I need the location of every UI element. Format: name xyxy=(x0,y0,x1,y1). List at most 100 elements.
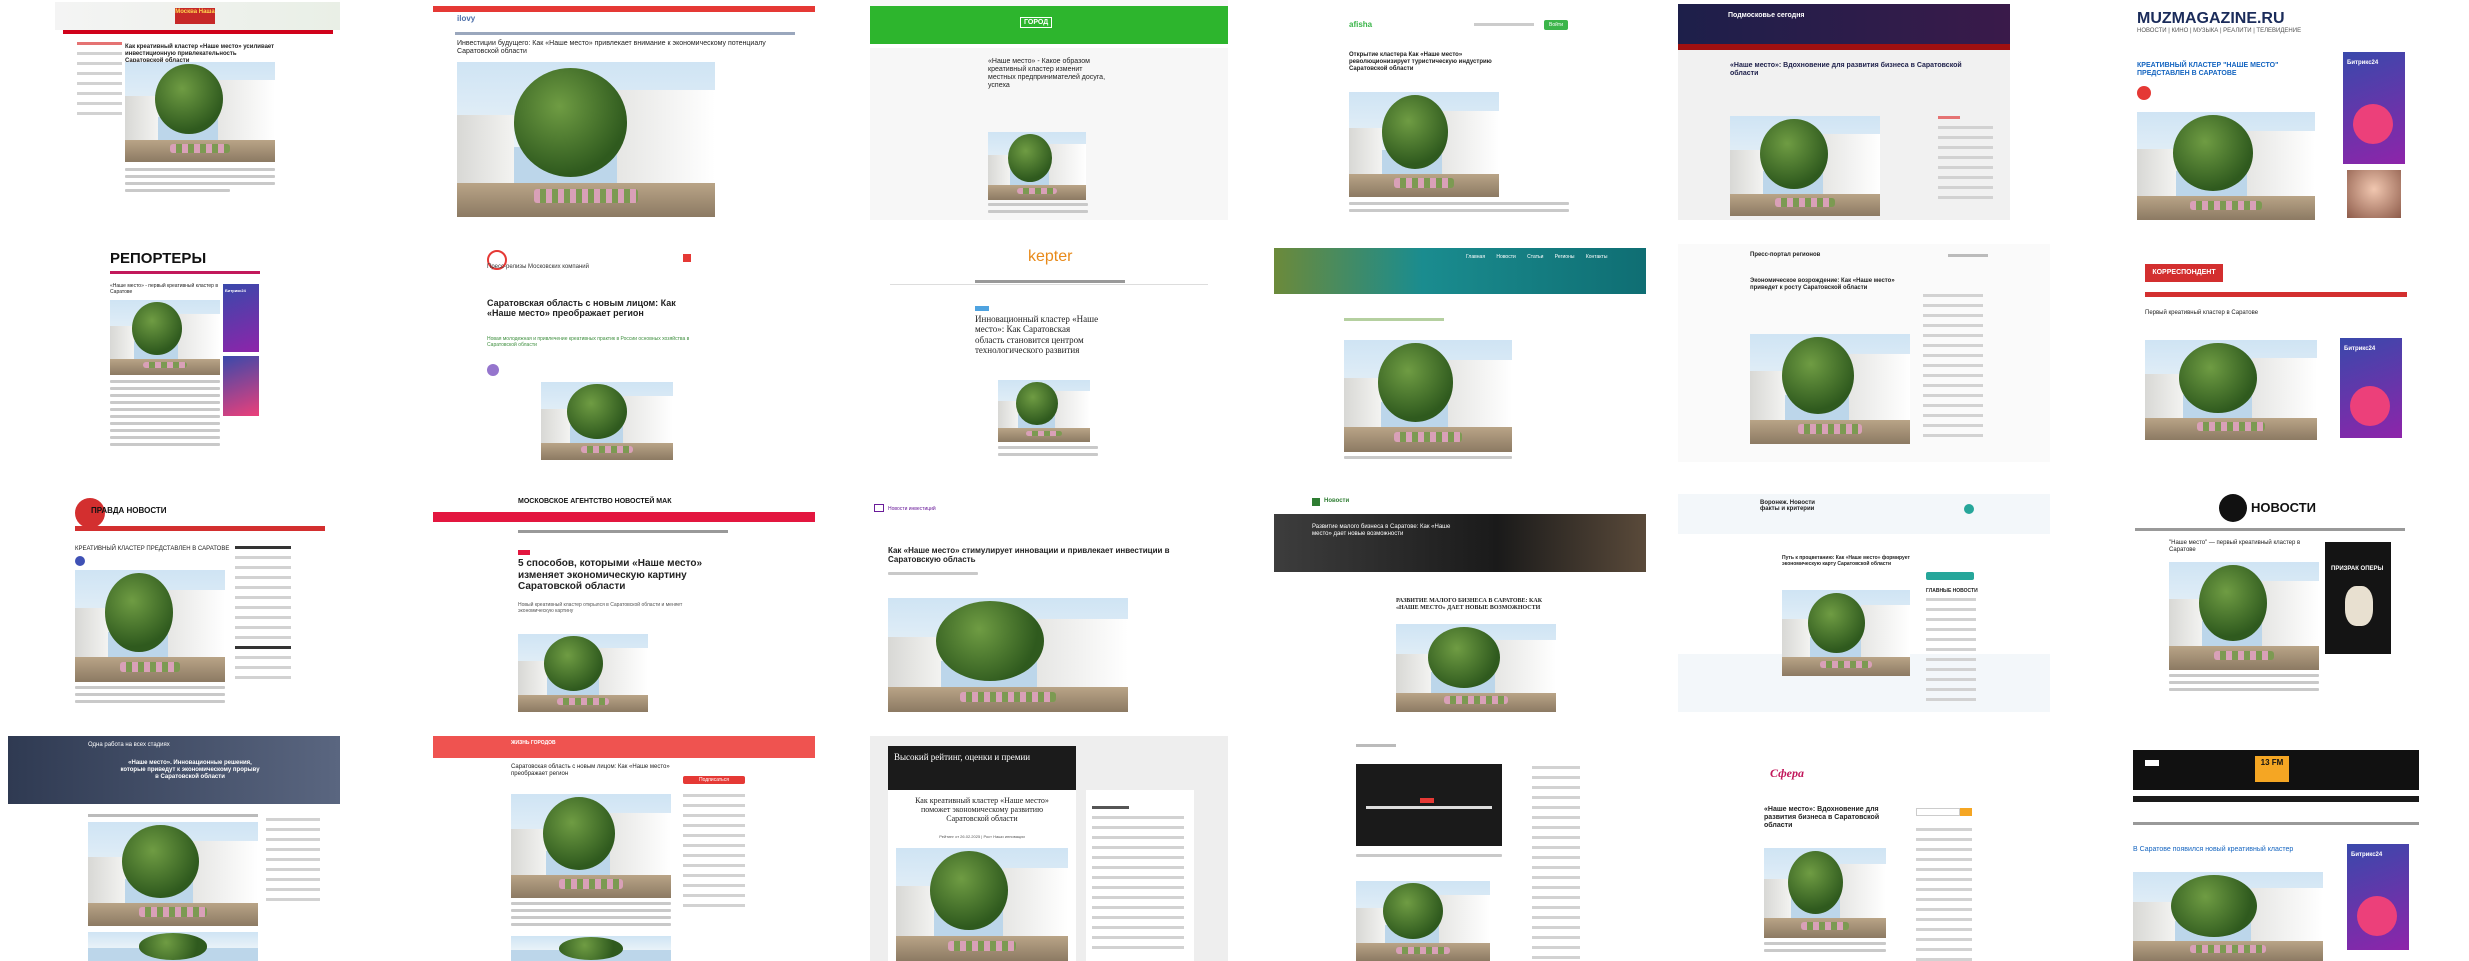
related-photo xyxy=(88,932,258,961)
site-logo-icon[interactable] xyxy=(1312,498,1320,506)
header-link[interactable] xyxy=(1948,254,1988,257)
tile-4: afisha Войти Открытие кластера Как «Наше… xyxy=(1274,0,1646,220)
site-logo[interactable]: ГОРОД xyxy=(1020,17,1053,28)
nav-item-3[interactable]: Статьи xyxy=(1527,254,1543,260)
left-menu[interactable] xyxy=(77,42,122,122)
site-logo[interactable]: ilovy xyxy=(457,14,475,23)
breadcrumb[interactable]: Новости инвестиций xyxy=(888,506,936,512)
login-button[interactable]: Войти xyxy=(1544,20,1568,30)
site-logo[interactable]: Новости xyxy=(1324,498,1349,504)
nav-bar[interactable] xyxy=(2135,528,2405,531)
right-sidebar[interactable] xyxy=(266,818,320,908)
ad-photo xyxy=(2347,170,2401,218)
nav-item-5[interactable]: Контакты xyxy=(1586,254,1608,260)
nav-item-2[interactable]: Новости xyxy=(1496,254,1515,260)
sub-nav[interactable] xyxy=(518,530,728,533)
header-social-icons[interactable] xyxy=(2145,760,2159,766)
header-link[interactable] xyxy=(1474,23,1534,26)
site-logo[interactable]: РЕПОРТЕРЫ xyxy=(110,250,206,267)
nav-item-1[interactable]: Главная xyxy=(1466,254,1485,260)
right-sidebar[interactable] xyxy=(1916,828,1972,961)
ticker-bar xyxy=(2133,796,2419,802)
section-nav[interactable]: НОВОСТИ | КИНО | МУЗЫКА | РЕАЛИТИ | ТЕЛЕ… xyxy=(2137,28,2301,34)
article-subtitle: Новый креативный кластер открылся в Сара… xyxy=(518,602,683,614)
nav-bar[interactable] xyxy=(63,30,333,34)
main-nav[interactable]: Главная Новости Статьи Регионы Контакты xyxy=(1466,254,1646,260)
site-logo[interactable]: МОСКОВСКОЕ АГЕНТСТВО НОВОСТЕЙ МАК xyxy=(518,498,671,505)
ad-banner[interactable]: Битрикс24 xyxy=(2343,52,2405,164)
site-logo[interactable]: 13 FM xyxy=(2255,756,2289,782)
breadcrumb[interactable] xyxy=(1344,318,1444,321)
menu-icon[interactable] xyxy=(874,504,884,512)
article-text xyxy=(998,446,1098,460)
nav-bar[interactable] xyxy=(455,32,795,35)
nav-bar[interactable] xyxy=(870,44,1228,48)
search-input[interactable] xyxy=(1916,808,1960,816)
menu-icon[interactable] xyxy=(683,254,691,262)
article-title: Первый креативный кластер в Саратове xyxy=(2145,310,2259,316)
site-logo[interactable]: kepter xyxy=(1028,248,1072,266)
tile-18: НОВОСТИ "Наше место" — первый креативный… xyxy=(2085,490,2469,708)
site-logo[interactable]: Москва Наша xyxy=(175,8,215,24)
tile-13: ПРАВДА НОВОСТИ КРЕАТИВНЫЙ КЛАСТЕР ПРЕДСТ… xyxy=(55,490,340,712)
nav-bar[interactable] xyxy=(433,512,815,522)
nav-bar[interactable] xyxy=(1678,44,2010,50)
tile-21: Высокий рейтинг, оценки и премии Как кре… xyxy=(870,736,1228,961)
nav-bar[interactable] xyxy=(110,271,260,274)
ad-banner[interactable]: Битрикс24 xyxy=(223,284,259,352)
banner-text: Одна работа на всех стадиях xyxy=(88,742,170,748)
sidebar-heading: ГЛАВНЫЕ НОВОСТИ xyxy=(1926,588,1978,594)
article-title: Экономическое возрождение: Как «Наше мес… xyxy=(1750,278,1895,291)
article-text xyxy=(1349,202,1569,216)
right-sidebar[interactable] xyxy=(1938,116,1993,206)
hero-title: Развитие малого бизнеса в Саратове: Как … xyxy=(1312,524,1451,537)
article-photo xyxy=(896,848,1068,961)
tile-2: ilovy Инвестиции будущего: Как «Наше мес… xyxy=(433,0,815,220)
right-sidebar[interactable] xyxy=(1923,294,1983,444)
site-logo[interactable]: ЖИЗНЬ ГОРОДОВ xyxy=(511,740,571,746)
site-logo[interactable]: КОРРЕСПОНДЕНТ xyxy=(2145,264,2223,282)
category-badge[interactable] xyxy=(518,550,530,555)
article-meta xyxy=(888,572,978,579)
category-badge[interactable] xyxy=(1420,798,1434,803)
nav-item-4[interactable]: Регионы xyxy=(1555,254,1575,260)
right-sidebar[interactable] xyxy=(1926,598,1976,708)
ad-banner-2[interactable] xyxy=(223,356,259,416)
nav-bar[interactable] xyxy=(2133,822,2419,825)
ad-text: ПРИЗРАК ОПЕРЫ xyxy=(2331,566,2384,572)
article-date: Рейтинг от 26.02.2025 | Рост Наши иннова… xyxy=(939,834,1025,839)
site-logo[interactable]: Пресс-портал регионов xyxy=(1750,252,1820,258)
category-badge[interactable] xyxy=(975,306,989,311)
nav-bar[interactable] xyxy=(2145,292,2407,297)
subscribe-button[interactable] xyxy=(1926,572,1974,580)
search-icon[interactable] xyxy=(1964,504,1974,514)
article-photo xyxy=(2169,562,2319,670)
search-button[interactable] xyxy=(1960,808,1972,816)
nav-bar[interactable] xyxy=(975,280,1125,283)
ad-text: Битрикс24 xyxy=(2347,60,2379,66)
site-logo[interactable]: afisha xyxy=(1349,20,1372,29)
site-logo-icon[interactable] xyxy=(2219,494,2247,522)
right-sidebar[interactable] xyxy=(1092,806,1184,956)
article-photo xyxy=(988,132,1086,200)
site-logo[interactable]: Сфера xyxy=(1770,766,1804,781)
ad-banner[interactable]: ПРИЗРАК ОПЕРЫ xyxy=(2325,542,2391,654)
article-title: Инвестиции будущего: Как «Наше место» пр… xyxy=(457,40,766,56)
right-sidebar[interactable] xyxy=(683,794,745,914)
tile-5: Подмосковье сегодня «Наше место»: Вдохно… xyxy=(1678,4,2010,220)
site-logo[interactable]: Подмосковье сегодня xyxy=(1728,12,1805,19)
header-band xyxy=(1678,4,2010,44)
header-link[interactable] xyxy=(1356,744,1396,747)
right-sidebar[interactable] xyxy=(1532,766,1580,961)
site-logo[interactable]: НОВОСТИ xyxy=(2251,500,2316,515)
author-avatar xyxy=(2137,86,2151,100)
ad-banner[interactable]: Битрикс24 xyxy=(2340,338,2402,438)
site-logo[interactable]: Воронеж. Новости факты и критерии xyxy=(1760,500,1820,512)
ad-banner[interactable]: Битрикс24 xyxy=(2347,844,2409,950)
subscribe-button[interactable]: Подписаться xyxy=(683,776,745,784)
right-sidebar[interactable] xyxy=(235,546,291,686)
article-title: Инновационный кластер «Наше место»: Как … xyxy=(975,314,1099,356)
site-logo[interactable]: MUZMAGAZINE.RU xyxy=(2137,10,2285,28)
site-logo[interactable]: ПРАВДА НОВОСТИ xyxy=(91,506,167,515)
nav-bar[interactable] xyxy=(75,526,325,531)
